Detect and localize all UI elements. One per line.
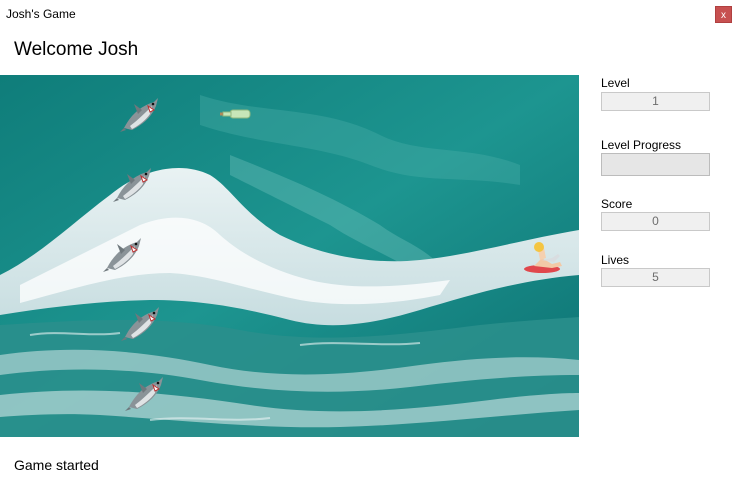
game-window: Josh's Game x Welcome Josh Level 1 Level… [0, 0, 732, 480]
score-field: 0 [601, 212, 710, 231]
ocean-background [0, 75, 579, 437]
welcome-heading: Welcome Josh [14, 39, 139, 60]
shark-icon [125, 377, 163, 411]
lives-field: 5 [601, 268, 710, 287]
shark-icon [113, 168, 151, 202]
level-label: Level [601, 76, 630, 90]
game-canvas[interactable] [0, 75, 579, 437]
window-title: Josh's Game [6, 7, 76, 21]
lives-label: Lives [601, 253, 630, 267]
close-button[interactable]: x [715, 6, 732, 23]
shark-icon [103, 238, 141, 272]
bottle-icon [220, 109, 251, 119]
score-label: Score [601, 197, 633, 211]
title-bar: Josh's Game x [0, 0, 732, 28]
status-message: Game started [14, 457, 99, 473]
surfer-icon [524, 242, 562, 273]
level-field: 1 [601, 92, 710, 111]
level-progress-label: Level Progress [601, 138, 682, 152]
level-progress-bar [601, 153, 710, 176]
shark-icon [121, 307, 159, 341]
shark-icon [120, 98, 158, 132]
